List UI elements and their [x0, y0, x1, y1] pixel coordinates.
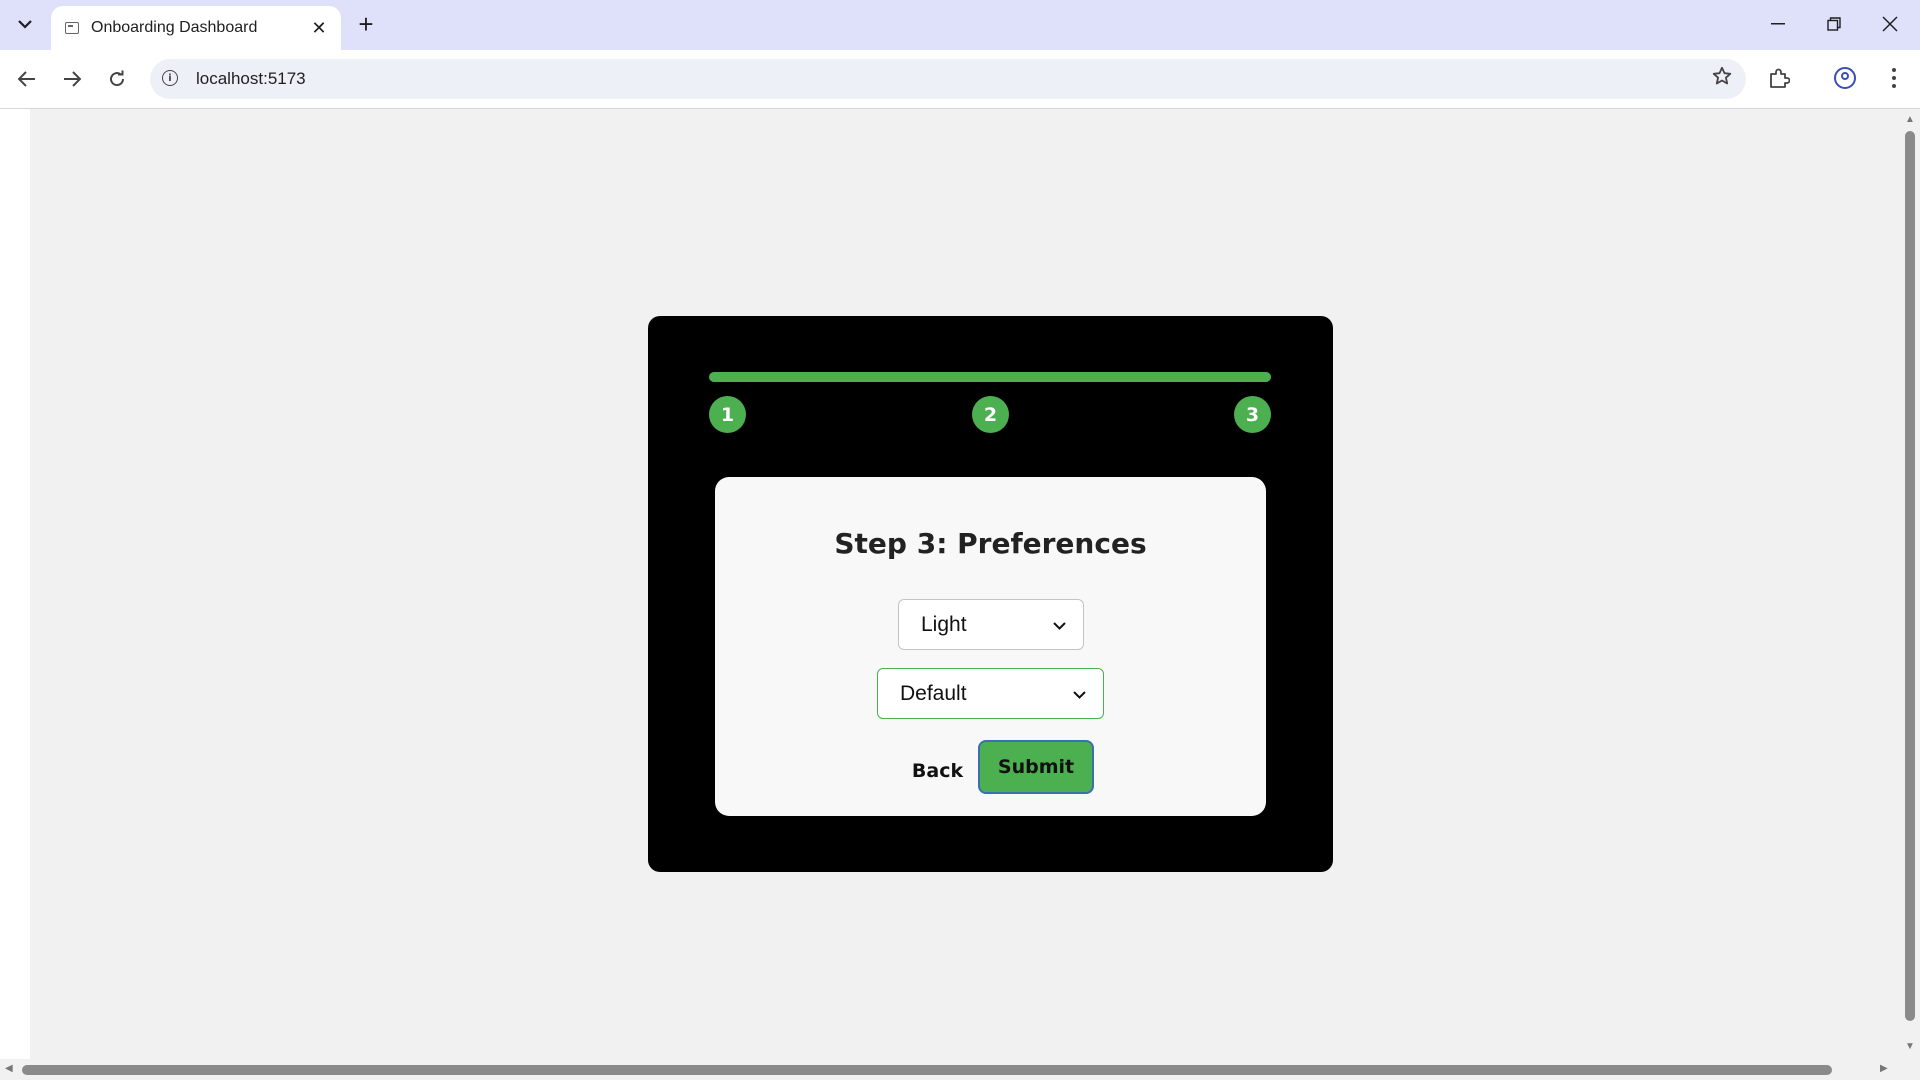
- browser-titlebar: Onboarding Dashboard ✕ +: [0, 0, 1920, 50]
- tab-close-icon[interactable]: ✕: [307, 16, 331, 40]
- browser-toolbar: i localhost:5173: [0, 50, 1920, 109]
- page-favicon-icon: [65, 22, 79, 34]
- new-tab-plus-icon[interactable]: +: [352, 9, 380, 39]
- window-close-icon[interactable]: [1870, 8, 1910, 40]
- back-arrow-icon[interactable]: [9, 61, 45, 97]
- progress-bar-fill: [709, 372, 1271, 382]
- back-button[interactable]: Back: [895, 744, 980, 797]
- forward-arrow-icon[interactable]: [54, 61, 90, 97]
- theme-select-value: Light: [921, 612, 967, 636]
- theme-select[interactable]: Light: [898, 599, 1084, 650]
- tab-list-chevron-icon[interactable]: [6, 6, 44, 42]
- horizontal-scrollbar[interactable]: ◀ ▶: [0, 1059, 1900, 1080]
- scroll-down-arrow-icon[interactable]: ▼: [1905, 1041, 1915, 1052]
- chevron-down-icon: [1073, 684, 1093, 703]
- step-indicator-3: 3: [1234, 396, 1271, 433]
- onboarding-wizard: 1 2 3 Step 3: Preferences Light Default …: [648, 316, 1333, 872]
- vertical-scrollbar-thumb[interactable]: [1905, 131, 1915, 1021]
- step-indicator-1: 1: [709, 396, 746, 433]
- page-viewport: 1 2 3 Step 3: Preferences Light Default …: [0, 109, 1920, 1080]
- tab-title: Onboarding Dashboard: [91, 19, 258, 36]
- vertical-scrollbar[interactable]: ▲ ▼: [1900, 109, 1920, 1059]
- preferences-card: Step 3: Preferences Light Default Back S…: [715, 477, 1266, 816]
- scroll-up-arrow-icon[interactable]: ▲: [1905, 114, 1915, 125]
- address-bar[interactable]: i localhost:5173: [150, 59, 1746, 99]
- browser-tab-active[interactable]: Onboarding Dashboard ✕: [51, 6, 341, 50]
- step-indicator-2: 2: [972, 396, 1009, 433]
- window-minimize-icon[interactable]: [1758, 8, 1798, 40]
- page-left-margin: [0, 109, 30, 1080]
- window-restore-icon[interactable]: [1814, 8, 1854, 40]
- url-text[interactable]: localhost:5173: [196, 69, 306, 89]
- profile-avatar-icon[interactable]: [1834, 67, 1856, 89]
- browser-menu-icon[interactable]: [1886, 64, 1902, 92]
- extensions-puzzle-icon[interactable]: [1768, 68, 1791, 90]
- layout-select-value: Default: [900, 681, 967, 705]
- horizontal-scrollbar-thumb[interactable]: [22, 1065, 1832, 1075]
- scroll-left-arrow-icon[interactable]: ◀: [5, 1063, 13, 1074]
- chevron-down-icon: [1053, 615, 1073, 634]
- layout-select[interactable]: Default: [877, 668, 1104, 719]
- reload-icon[interactable]: [99, 61, 135, 97]
- submit-button[interactable]: Submit: [978, 740, 1094, 794]
- progress-bar: [709, 372, 1271, 382]
- bookmark-star-icon[interactable]: [1712, 66, 1732, 92]
- scroll-right-arrow-icon[interactable]: ▶: [1880, 1063, 1888, 1074]
- step-title: Step 3: Preferences: [834, 527, 1147, 560]
- site-info-icon[interactable]: i: [162, 70, 178, 86]
